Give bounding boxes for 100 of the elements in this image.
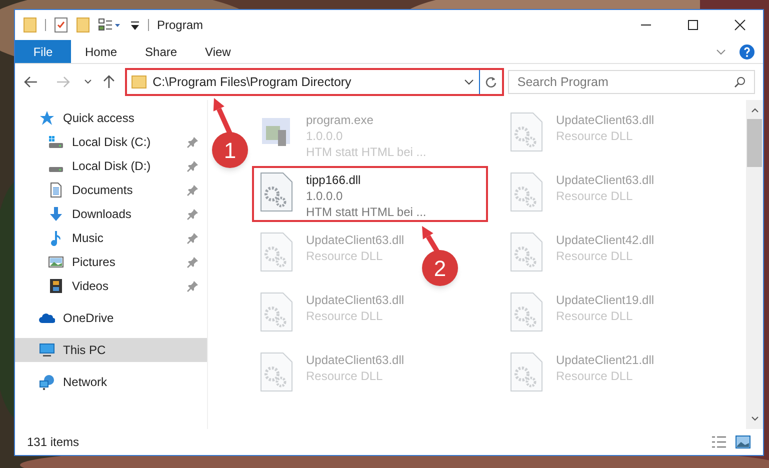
file-detail: HTM statt HTML bei ...	[306, 144, 426, 160]
file-name: UpdateClient63.dll	[556, 112, 654, 128]
star-icon	[39, 110, 55, 126]
document-icon	[48, 182, 64, 198]
gear-file-icon	[508, 112, 544, 152]
drive-icon	[48, 134, 64, 150]
network-icon	[39, 374, 55, 390]
picture-icon	[48, 254, 64, 270]
file-name: UpdateClient42.dll	[556, 232, 654, 248]
nav-item[interactable]: Quick access	[15, 106, 207, 130]
nav-label: OneDrive	[63, 310, 114, 327]
nav-item[interactable]: Videos	[15, 274, 207, 298]
file-tile[interactable]: tipp166.dll 1.0.0.0 HTM statt HTML bei ...	[252, 166, 488, 222]
pin-icon[interactable]	[187, 280, 199, 292]
nav-label: Music	[72, 230, 104, 247]
new-folder-icon[interactable]	[76, 17, 90, 33]
gear-file-icon	[508, 172, 544, 212]
file-name: program.exe	[306, 112, 374, 128]
nav-label: Local Disk (D:)	[72, 158, 151, 175]
nav-label: Documents	[72, 182, 133, 199]
folder-icon[interactable]	[23, 17, 37, 33]
file-detail: Resource DLL	[306, 308, 384, 324]
nav-item[interactable]: OneDrive	[15, 306, 207, 330]
file-name: UpdateClient63.dll	[306, 352, 404, 368]
file-detail: Resource DLL	[556, 188, 634, 204]
up-arrow-icon[interactable]	[100, 74, 117, 90]
search-field[interactable]: Search Program	[508, 70, 756, 94]
separator	[45, 19, 46, 31]
file-detail: 1.0.0.0	[306, 188, 344, 204]
file-detail: Resource DLL	[556, 368, 634, 384]
pin-icon[interactable]	[187, 184, 199, 196]
nav-label: Pictures	[72, 254, 116, 271]
address-field[interactable]: C:\Program Files\Program Directory	[126, 70, 480, 94]
ribbon-tab[interactable]: View	[191, 40, 245, 63]
file-name: UpdateClient63.dll	[306, 232, 404, 248]
nav-item[interactable]: Music	[15, 226, 207, 250]
file-detail: Resource DLL	[556, 308, 634, 324]
scroll-thumb[interactable]	[747, 119, 762, 167]
pin-icon[interactable]	[187, 208, 199, 220]
scrollbar[interactable]	[746, 100, 763, 429]
file-name: UpdateClient21.dll	[556, 352, 654, 368]
nav-label: Downloads	[72, 206, 132, 223]
monitor-icon	[39, 342, 55, 358]
ribbon-tab[interactable]: Home	[71, 40, 132, 63]
nav-item[interactable]: Network	[15, 370, 207, 394]
back-arrow-icon[interactable]	[23, 74, 39, 90]
pin-icon[interactable]	[187, 160, 199, 172]
file-detail: Resource DLL	[306, 368, 384, 384]
gear-file-icon	[258, 172, 294, 212]
file-detail: HTM statt HTML bei ...	[306, 204, 426, 220]
file-detail: Resource DLL	[556, 248, 634, 264]
folder-icon	[130, 74, 147, 90]
pin-icon[interactable]	[187, 136, 199, 148]
file-name: tipp166.dll	[306, 172, 362, 188]
file-name: UpdateClient63.dll	[556, 172, 654, 188]
item-count: 131 items	[27, 434, 80, 451]
forward-arrow-icon[interactable]	[54, 74, 71, 90]
gear-file-icon	[258, 232, 294, 272]
drive-icon	[48, 167, 64, 172]
nav-item[interactable]: This PC	[15, 338, 207, 362]
download-icon	[48, 206, 64, 222]
file-detail: Resource DLL	[556, 128, 634, 144]
gear-file-icon	[508, 232, 544, 272]
nav-label: Local Disk (C:)	[72, 134, 151, 151]
separator	[148, 19, 149, 31]
large-icons-view-icon[interactable]	[735, 434, 751, 450]
properties-icon[interactable]	[54, 17, 68, 33]
customize-toolbar-icon[interactable]	[98, 17, 122, 33]
file-name: UpdateClient19.dll	[556, 292, 654, 308]
help-icon[interactable]	[739, 44, 755, 60]
pin-icon[interactable]	[187, 256, 199, 268]
nav-label: This PC	[63, 342, 106, 359]
file-name: UpdateClient63.dll	[306, 292, 404, 308]
nav-item[interactable]: Local Disk (C:)	[15, 130, 207, 154]
gear-file-icon	[508, 292, 544, 332]
refresh-icon	[485, 76, 498, 88]
nav-label: Quick access	[63, 110, 134, 127]
file-detail: 1.0.0.0	[306, 128, 344, 144]
gear-file-icon	[258, 352, 294, 392]
window-title: Program	[157, 17, 204, 34]
film-icon	[48, 278, 64, 294]
search-icon	[734, 76, 746, 88]
ribbon-tab[interactable]: Share	[131, 40, 192, 63]
nav-label: Network	[63, 374, 108, 391]
nav-item[interactable]: Documents	[15, 178, 207, 202]
gear-file-icon	[508, 352, 544, 392]
details-view-icon[interactable]	[711, 434, 727, 450]
search-input[interactable]: Search Program	[517, 72, 734, 92]
file-tab[interactable]: File	[15, 40, 71, 63]
nav-item[interactable]: Downloads	[15, 202, 207, 226]
nav-label: Videos	[72, 278, 108, 295]
nav-item[interactable]: Pictures	[15, 250, 207, 274]
close-icon	[734, 19, 746, 31]
file-detail: Resource DLL	[306, 248, 384, 264]
maximize-icon	[686, 19, 698, 31]
gear-file-icon	[258, 292, 294, 332]
address-path: C:\Program Files\Program Directory	[152, 74, 352, 91]
dropdown-icon[interactable]	[130, 19, 140, 31]
pin-icon[interactable]	[187, 232, 199, 244]
nav-item[interactable]: Local Disk (D:)	[15, 154, 207, 178]
